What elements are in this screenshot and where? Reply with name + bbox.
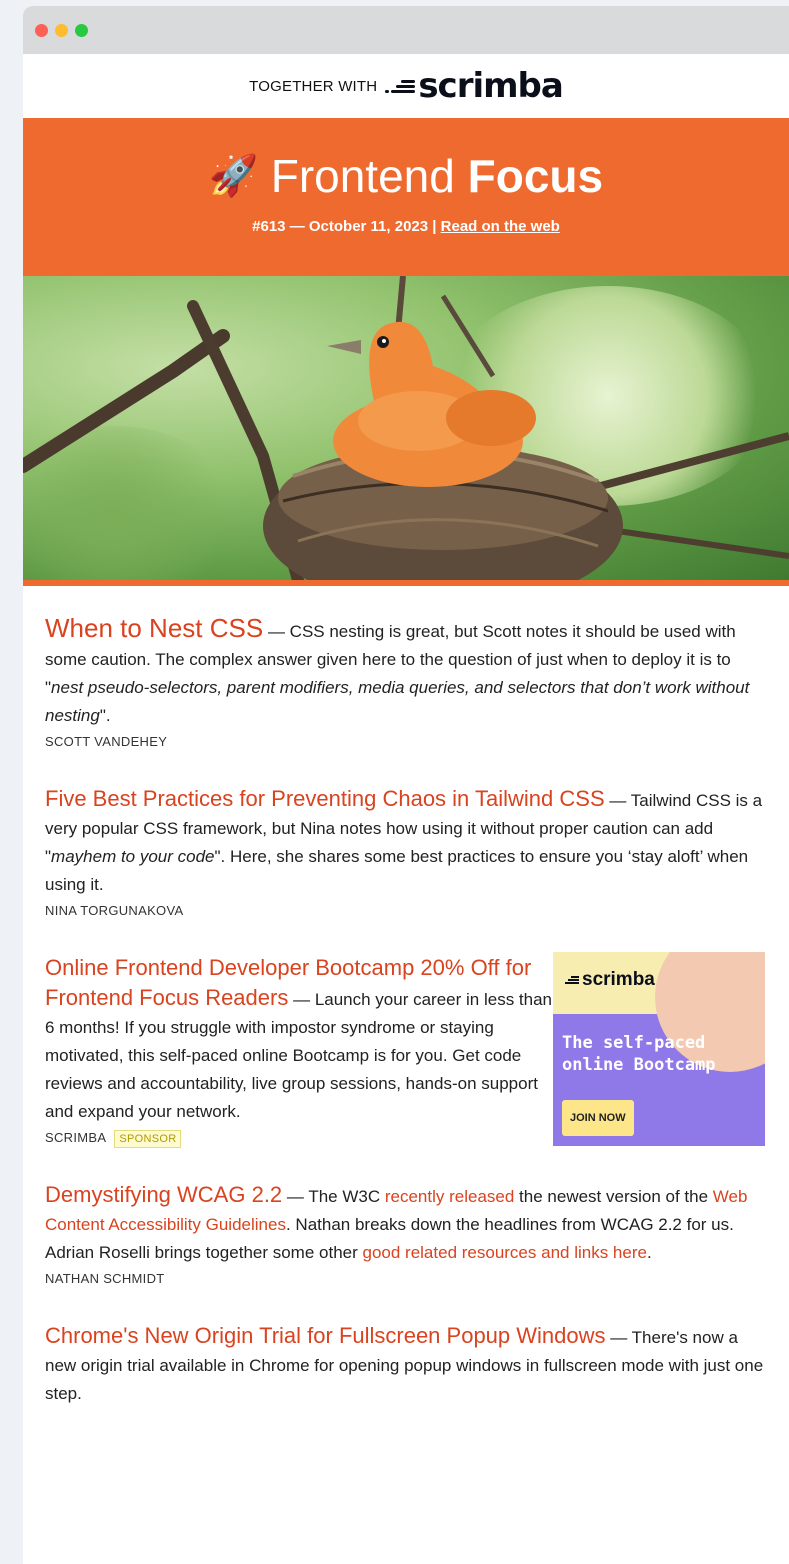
- scrimba-mark-icon: [563, 975, 579, 985]
- read-on-web-link[interactable]: Read on the web: [441, 218, 560, 235]
- sponsor-header: TOGETHER WITH scrimba: [23, 54, 789, 118]
- article-headline[interactable]: Chrome's New Origin Trial for Fullscreen…: [45, 1323, 606, 1348]
- article-source: NINA TORGUNAKOVA: [45, 903, 184, 918]
- browser-window: TOGETHER WITH scrimba 🚀 Frontend Focus #…: [23, 6, 789, 1564]
- scrimba-mark-icon: [385, 78, 416, 94]
- related-resources-link[interactable]: good related resources and links here: [363, 1243, 647, 1262]
- scrimba-logo[interactable]: scrimba: [385, 66, 564, 106]
- ad-tagline: The self-paced online Bootcamp: [562, 1033, 716, 1075]
- minimize-window-button[interactable]: [55, 23, 68, 37]
- article-headline[interactable]: When to Nest CSS: [45, 613, 263, 643]
- sponsored-item: Online Frontend Developer Bootcamp 20% O…: [45, 952, 765, 1149]
- article-source: SCRIMBA SPONSOR: [45, 1127, 555, 1149]
- join-now-button[interactable]: JOIN NOW: [562, 1100, 634, 1136]
- together-with-label: TOGETHER WITH: [249, 77, 378, 95]
- article-list: When to Nest CSS — CSS nesting is great,…: [23, 586, 789, 1408]
- recently-released-link[interactable]: recently released: [385, 1187, 514, 1206]
- scrimba-ad-image[interactable]: scrimba The self-paced online Bootcamp J…: [553, 952, 765, 1146]
- article-item: Demystifying WCAG 2.2 — The W3C recently…: [45, 1181, 765, 1290]
- issue-date: #613 — October 11, 2023 |: [252, 218, 437, 235]
- article-item: Chrome's New Origin Trial for Fullscreen…: [45, 1323, 764, 1403]
- title-bar: [23, 6, 789, 54]
- article-headline[interactable]: Five Best Practices for Preventing Chaos…: [45, 786, 605, 811]
- article-source: SCOTT VANDEHEY: [45, 734, 168, 749]
- scrimba-wordmark: scrimba: [418, 66, 564, 106]
- hero-image-bird-nest: [23, 276, 789, 580]
- maximize-window-button[interactable]: [75, 23, 88, 37]
- article-source: NATHAN SCHMIDT: [45, 1271, 165, 1286]
- article-headline[interactable]: Demystifying WCAG 2.2: [45, 1182, 282, 1207]
- scrimba-logo: scrimba: [563, 966, 655, 994]
- newsletter-title: 🚀 Frontend Focus: [208, 150, 604, 202]
- sponsor-badge: SPONSOR: [114, 1129, 182, 1148]
- rocket-icon: 🚀: [208, 154, 259, 198]
- close-window-button[interactable]: [35, 23, 48, 37]
- article-item: Five Best Practices for Preventing Chaos…: [45, 785, 765, 922]
- newsletter-banner: 🚀 Frontend Focus #613 — October 11, 2023…: [23, 118, 789, 276]
- article-item: When to Nest CSS — CSS nesting is great,…: [45, 614, 765, 753]
- issue-info: #613 — October 11, 2023 | Read on the we…: [23, 218, 789, 235]
